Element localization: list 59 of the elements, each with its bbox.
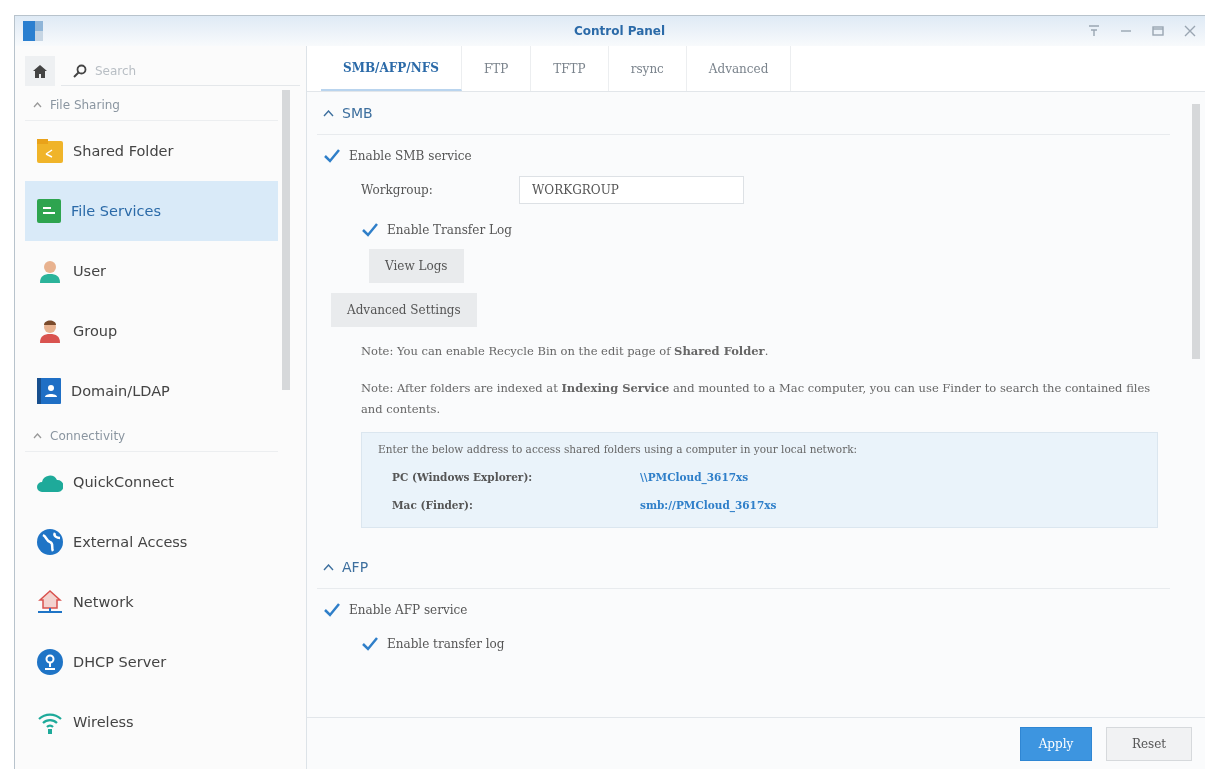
window-title: Control Panel xyxy=(572,24,667,38)
home-button[interactable] xyxy=(25,56,55,86)
note-text: Note: After folders are indexed at Indexing Service and mounted to a Mac computer, you can use Finder to search the contained files and contents. xyxy=(361,380,1152,418)
sidebar-item[interactable]: QuickConnect xyxy=(25,452,278,512)
tab[interactable]: TFTP xyxy=(531,46,609,91)
dhcp-icon xyxy=(37,649,63,675)
tab[interactable]: rsync xyxy=(608,46,687,91)
tab[interactable]: Advanced xyxy=(686,46,792,91)
settings-button[interactable]: View Logs xyxy=(369,249,464,283)
folder-icon xyxy=(37,139,63,163)
checkbox-label: Enable AFP service xyxy=(349,603,468,617)
collapse-icon xyxy=(33,433,42,439)
collapse-icon xyxy=(33,102,42,108)
search-icon xyxy=(73,63,87,78)
user-icon xyxy=(37,259,63,283)
checkbox[interactable] xyxy=(323,148,341,164)
scrollbar[interactable] xyxy=(282,90,290,390)
sidebar-item[interactable]: Group xyxy=(25,301,278,361)
field-label: Workgroup: xyxy=(361,183,434,197)
section-header[interactable]: AFP xyxy=(317,546,1170,589)
address-intro: Enter the below address to access shared folders using a computer in your local network: xyxy=(378,443,859,455)
sidebar-item[interactable]: Network xyxy=(25,572,278,632)
address-label: PC (Windows Explorer): xyxy=(392,471,534,483)
checkbox[interactable] xyxy=(361,222,379,238)
reset-button[interactable]: Reset xyxy=(1106,727,1192,761)
tab[interactable]: FTP xyxy=(461,46,532,91)
network-icon xyxy=(37,589,63,615)
group-icon xyxy=(37,319,63,343)
sidebar-item[interactable]: Shared Folder xyxy=(25,121,278,181)
checkbox-label: Enable SMB service xyxy=(349,149,472,163)
settings-button[interactable]: Advanced Settings xyxy=(331,293,477,327)
sidebar-item[interactable]: Domain/LDAP xyxy=(25,361,278,421)
address-label: Mac (Finder): xyxy=(392,499,474,511)
section-header[interactable]: SMB xyxy=(317,92,1170,135)
maximize-icon[interactable] xyxy=(1152,25,1164,37)
sidebar-item[interactable]: DHCP Server xyxy=(25,632,278,692)
collapse-icon xyxy=(323,563,334,571)
scrollbar[interactable] xyxy=(1192,104,1200,359)
contact-book-icon xyxy=(37,378,61,404)
file-sharing-icon xyxy=(37,199,61,223)
sidebar-item[interactable]: External Access xyxy=(25,512,278,572)
sidebar-item[interactable]: File Services xyxy=(25,181,278,241)
checkbox[interactable] xyxy=(361,636,379,652)
tab[interactable]: SMB/AFP/NFS xyxy=(321,46,462,91)
close-icon[interactable] xyxy=(1184,25,1196,37)
search-field[interactable]: Search xyxy=(93,62,277,79)
workgroup-field[interactable]: WORKGROUP xyxy=(519,176,744,204)
app-icon xyxy=(23,21,43,41)
address-link[interactable]: \\PMCloud_3617xs xyxy=(640,471,749,483)
collapse-icon xyxy=(323,109,334,117)
checkbox[interactable] xyxy=(323,602,341,618)
sidebar-item[interactable]: Wireless xyxy=(25,692,278,752)
checkbox-label: Enable transfer log xyxy=(387,637,505,651)
note-text: Note: You can enable Recycle Bin on the edit page of Shared Folder. xyxy=(361,343,770,360)
address-link[interactable]: smb://PMCloud_3617xs xyxy=(640,499,777,511)
home-icon xyxy=(33,64,47,78)
sidebar-item[interactable]: User xyxy=(25,241,278,301)
globe-icon xyxy=(37,529,63,555)
checkbox-label: Enable Transfer Log xyxy=(387,223,512,237)
